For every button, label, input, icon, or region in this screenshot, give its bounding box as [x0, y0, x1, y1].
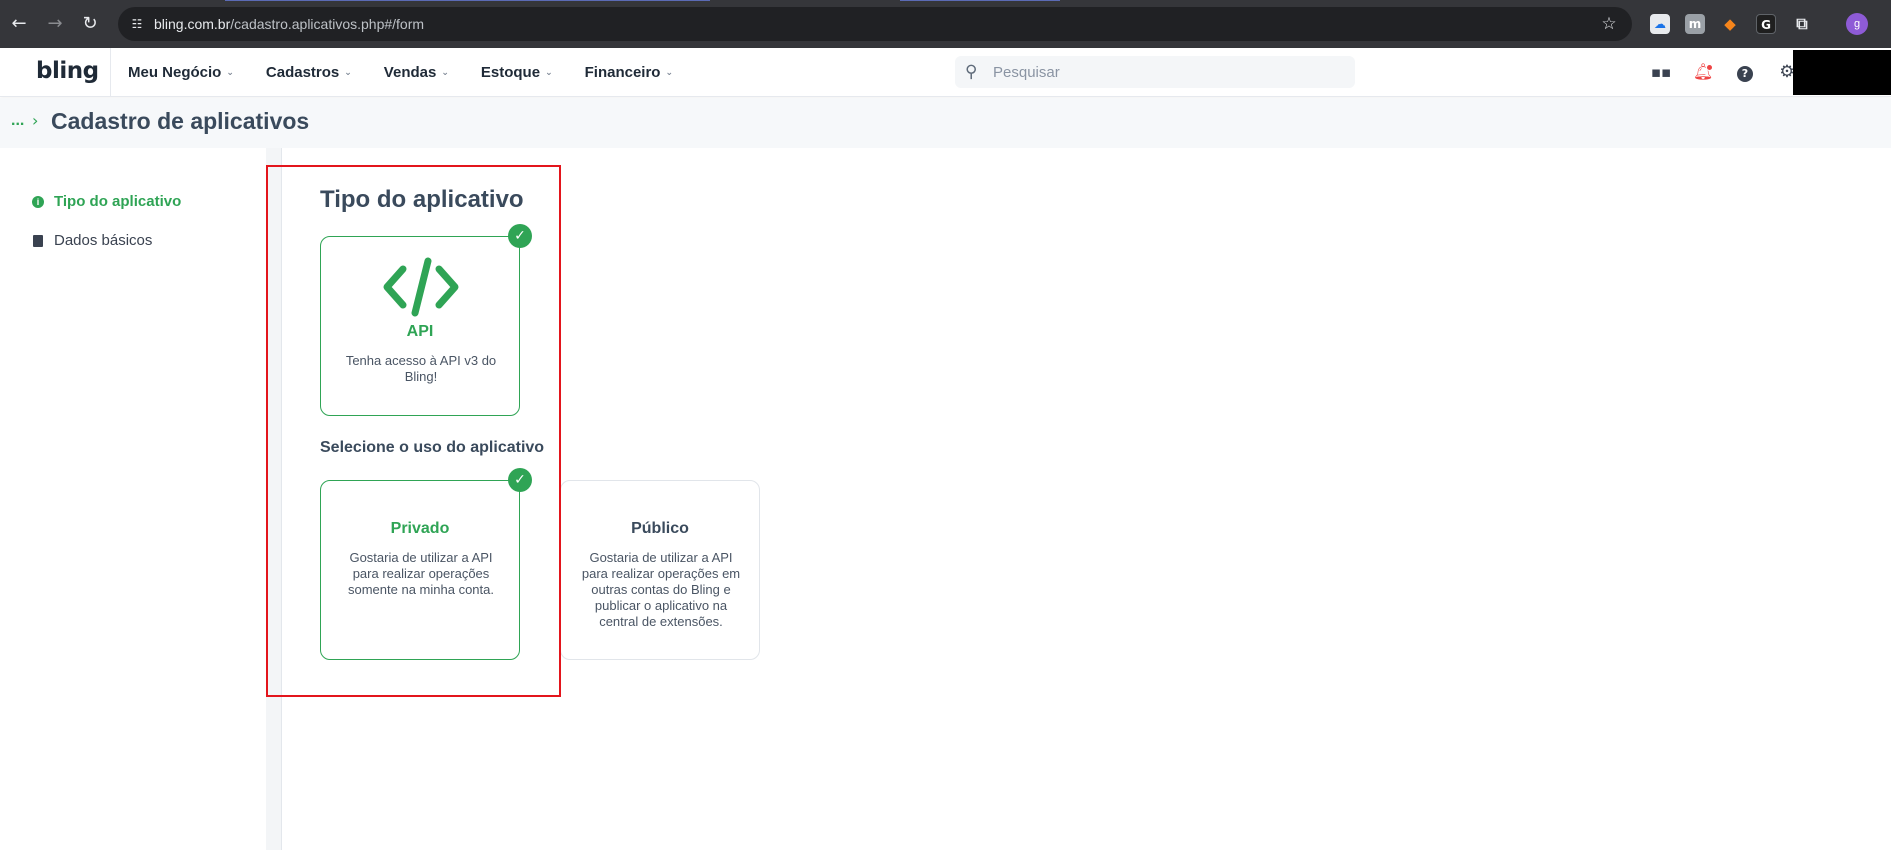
notification-dot: [1706, 64, 1713, 71]
document-icon: [32, 234, 44, 247]
chevron-down-icon: ⌄: [441, 67, 449, 78]
url-path: /cadastro.aplicativos.php#/form: [230, 16, 425, 32]
menu-label: Estoque: [480, 64, 541, 81]
app-header: bling Meu Negócio ⌄ Cadastros ⌄ Vendas ⌄ Es…: [0, 48, 1891, 97]
g-extension-icon[interactable]: G: [1756, 14, 1776, 34]
bookmark-star-icon[interactable]: ☆: [1598, 13, 1620, 35]
menu-item-cadastros[interactable]: Cadastros ⌄: [266, 64, 352, 81]
form-steps-sidebar: i Tipo do aplicativo Dados básicos: [0, 148, 266, 850]
cloud-extension-icon[interactable]: ☁: [1650, 14, 1670, 34]
address-bar[interactable]: ☷ bling.com.br/cadastro.aplicativos.php#…: [118, 7, 1632, 41]
sidebar-item-dados-basicos[interactable]: Dados básicos: [32, 232, 152, 249]
reload-icon[interactable]: ↻: [77, 11, 103, 37]
back-icon[interactable]: ←: [6, 11, 32, 37]
page-title: Cadastro de aplicativos: [51, 108, 310, 134]
chevron-right-icon: ›: [32, 111, 39, 130]
url-host: bling.com.br: [154, 16, 231, 32]
menu-label: Financeiro: [584, 64, 661, 81]
card-description: Gostaria de utilizar a API para realizar…: [581, 550, 741, 629]
sidebar-item-label: Dados básicos: [54, 232, 153, 249]
search-input[interactable]: [993, 56, 1343, 88]
breadcrumb-ellipsis[interactable]: ...: [11, 112, 24, 130]
menu-item-vendas[interactable]: Vendas ⌄: [384, 64, 449, 81]
search-icon: ⚲: [965, 62, 978, 82]
tab-indicator: [900, 0, 1060, 1]
menu-label: Vendas: [383, 64, 437, 81]
highlight-annotation-box: [266, 165, 561, 697]
sidebar-item-label: Tipo do aplicativo: [54, 193, 182, 210]
url-text[interactable]: bling.com.br/cadastro.aplicativos.php#/f…: [154, 7, 424, 41]
tab-indicator: [225, 0, 710, 1]
apps-grid-icon[interactable]: ▪▪: [1650, 61, 1672, 83]
menu-label: Cadastros: [265, 64, 340, 81]
chevron-down-icon: ⌄: [226, 67, 234, 78]
redacted-area: [1793, 50, 1891, 95]
search-box[interactable]: ⚲: [955, 56, 1355, 88]
menu-item-financeiro[interactable]: Financeiro ⌄: [585, 64, 673, 81]
profile-avatar[interactable]: g: [1846, 13, 1868, 35]
chevron-down-icon: ⌄: [344, 67, 352, 78]
browser-toolbar: ← → ↻ ☷ bling.com.br/cadastro.aplicativo…: [0, 0, 1891, 48]
divider: [110, 48, 111, 97]
forward-icon[interactable]: →: [42, 11, 68, 37]
m-extension-icon[interactable]: m: [1685, 14, 1705, 34]
menu-label: Meu Negócio: [128, 64, 222, 81]
menu-item-estoque[interactable]: Estoque ⌄: [481, 64, 553, 81]
help-icon[interactable]: ?: [1734, 61, 1756, 83]
fox-extension-icon[interactable]: ◆: [1720, 14, 1740, 34]
usage-card-publico[interactable]: Público Gostaria de utilizar a API para …: [560, 480, 760, 660]
site-settings-icon[interactable]: ☷: [128, 15, 146, 33]
bling-logo[interactable]: bling: [36, 58, 99, 84]
page-title-bar: ... › Cadastro de aplicativos: [0, 98, 1891, 148]
menu-item-meu-negocio[interactable]: Meu Negócio ⌄: [128, 64, 234, 81]
notifications-bell-icon[interactable]: 🔔︎: [1692, 61, 1714, 83]
main-menu: Meu Negócio ⌄ Cadastros ⌄ Vendas ⌄ Estoque ⌄…: [128, 48, 705, 97]
sidebar-item-tipo-do-aplicativo[interactable]: i Tipo do aplicativo: [32, 193, 181, 210]
chevron-down-icon: ⌄: [665, 67, 674, 78]
card-title: Público: [631, 520, 689, 537]
info-icon: i: [32, 195, 44, 208]
chevron-down-icon: ⌄: [545, 67, 553, 78]
extensions-puzzle-icon[interactable]: ⧉: [1792, 14, 1812, 34]
